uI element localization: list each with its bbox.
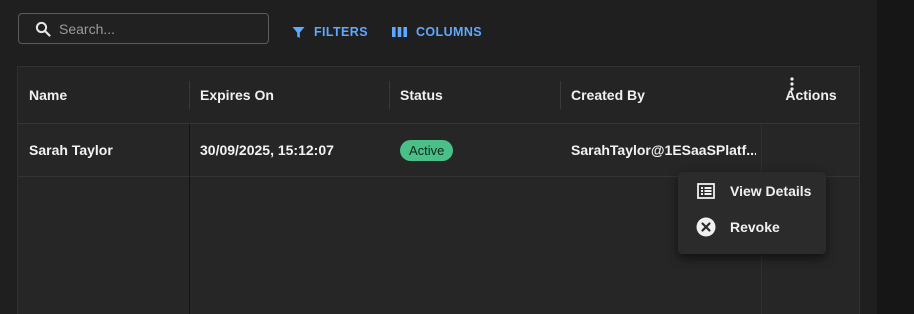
list-details-icon <box>696 181 716 201</box>
menu-item-label: Revoke <box>730 219 780 235</box>
search-icon <box>35 21 51 37</box>
column-divider <box>189 124 190 314</box>
cell-status: Active <box>400 124 454 176</box>
close-circle-icon <box>696 217 716 237</box>
columns-label: COLUMNS <box>416 25 482 39</box>
menu-item-revoke[interactable]: Revoke <box>678 209 826 245</box>
column-header-status[interactable]: Status <box>400 67 443 123</box>
column-header-name[interactable]: Name <box>29 67 67 123</box>
columns-button[interactable]: COLUMNS <box>392 22 482 42</box>
column-separator[interactable] <box>560 81 561 109</box>
search-box[interactable] <box>18 13 269 44</box>
column-separator[interactable] <box>189 81 190 109</box>
filters-button[interactable]: FILTERS <box>292 22 368 42</box>
menu-item-label: View Details <box>730 183 812 199</box>
table-row[interactable]: Sarah Taylor 30/09/2025, 15:12:07 Active… <box>18 124 859 177</box>
grid-header: Name Expires On Status Created By Action… <box>18 67 859 124</box>
column-separator[interactable] <box>389 81 390 109</box>
columns-icon <box>392 26 407 38</box>
more-vertical-icon <box>790 76 794 96</box>
cell-created-by: SarahTaylor@1ESaaSPlatf... <box>571 142 756 158</box>
filter-icon <box>292 26 305 39</box>
column-header-created-by[interactable]: Created By <box>571 67 645 123</box>
column-header-actions: Actions <box>785 87 837 103</box>
column-header-expires-on[interactable]: Expires On <box>200 67 274 123</box>
menu-item-view-details[interactable]: View Details <box>678 173 826 209</box>
cell-expires-on: 30/09/2025, 15:12:07 <box>200 142 334 158</box>
cell-name: Sarah Taylor <box>29 142 113 158</box>
right-rail <box>877 0 914 314</box>
status-badge: Active <box>400 139 454 161</box>
search-input[interactable] <box>57 19 261 38</box>
row-actions-menu: View Details Revoke <box>678 172 826 254</box>
row-actions-button[interactable] <box>782 76 802 96</box>
filters-label: FILTERS <box>314 25 368 39</box>
